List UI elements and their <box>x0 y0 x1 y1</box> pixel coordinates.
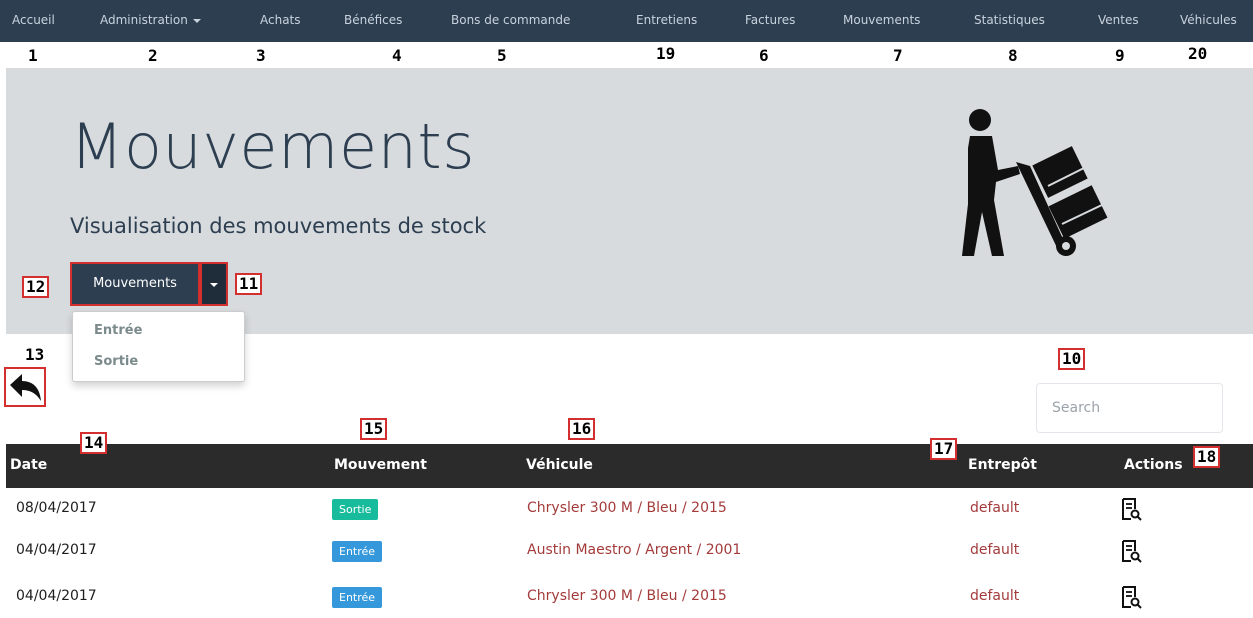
badge-movement-entree: Entrée <box>332 541 383 562</box>
table-row: 04/04/2017 Entrée Chrysler 300 M / Bleu … <box>6 576 1253 618</box>
annotation-label: 12 <box>22 276 50 298</box>
annotation-label: 13 <box>25 345 45 364</box>
warehouse-link[interactable]: default <box>970 542 1019 558</box>
mouvements-filter-button[interactable]: Mouvements <box>70 262 200 306</box>
nav-mouvements[interactable]: Mouvements <box>843 0 920 42</box>
annotation-label: 17 <box>930 438 958 460</box>
annotation-label: 7 <box>893 46 903 65</box>
warehouse-link[interactable]: default <box>970 588 1019 604</box>
back-button[interactable] <box>4 367 46 407</box>
column-header-date[interactable]: Date <box>10 457 47 473</box>
reply-arrow-icon <box>10 374 41 401</box>
search-input[interactable] <box>1036 383 1223 433</box>
nav-bons-de-commande[interactable]: Bons de commande <box>451 0 570 42</box>
nav-benefices[interactable]: Bénéfices <box>344 0 402 42</box>
nav-accueil[interactable]: Accueil <box>12 0 55 42</box>
vehicle-link[interactable]: Chrysler 300 M / Bleu / 2015 <box>527 500 727 516</box>
nav-vehicules[interactable]: Véhicules <box>1180 0 1237 42</box>
badge-movement-entree: Entrée <box>332 587 383 608</box>
dropdown-option-sortie[interactable]: Sortie <box>94 354 138 369</box>
annotation-label: 15 <box>360 418 388 440</box>
vehicle-link[interactable]: Austin Maestro / Argent / 2001 <box>527 542 741 558</box>
nav-entretiens[interactable]: Entretiens <box>636 0 697 42</box>
warehouse-link[interactable]: default <box>970 500 1019 516</box>
nav-factures[interactable]: Factures <box>745 0 795 42</box>
table-header: Date Mouvement Véhicule Entrepôt Actions <box>6 444 1253 488</box>
annotation-label: 2 <box>148 46 158 65</box>
annotation-label: 20 <box>1188 44 1208 63</box>
top-navbar: Accueil Administration Achats Bénéfices … <box>0 0 1253 42</box>
column-header-entrepot[interactable]: Entrepôt <box>968 457 1037 473</box>
annotation-label: 3 <box>256 46 266 65</box>
annotation-label: 9 <box>1115 46 1125 65</box>
annotation-label: 6 <box>759 46 769 65</box>
annotation-strip: 1 2 3 4 5 19 6 7 8 9 20 <box>0 42 1253 68</box>
nav-ventes[interactable]: Ventes <box>1098 0 1139 42</box>
column-header-vehicule[interactable]: Véhicule <box>526 457 593 473</box>
cell-date: 04/04/2017 <box>16 542 97 558</box>
annotation-label: 1 <box>28 46 38 65</box>
cell-date: 08/04/2017 <box>16 500 97 516</box>
annotation-label: 10 <box>1058 348 1086 370</box>
chevron-down-icon <box>192 18 201 23</box>
view-details-icon[interactable] <box>1120 497 1142 521</box>
annotation-label: 18 <box>1193 446 1221 468</box>
table-row: 08/04/2017 Sortie Chrysler 300 M / Bleu … <box>6 488 1253 530</box>
view-details-icon[interactable] <box>1120 539 1142 563</box>
table-row: 04/04/2017 Entrée Austin Maestro / Argen… <box>6 530 1253 572</box>
cell-date: 04/04/2017 <box>16 588 97 604</box>
view-details-icon[interactable] <box>1120 585 1142 609</box>
vehicle-link[interactable]: Chrysler 300 M / Bleu / 2015 <box>527 588 727 604</box>
nav-statistiques[interactable]: Statistiques <box>974 0 1045 42</box>
annotation-label: 5 <box>497 46 507 65</box>
page-title: Mouvements <box>70 110 476 183</box>
badge-movement-sortie: Sortie <box>332 499 379 520</box>
annotation-label: 11 <box>235 273 263 295</box>
annotation-label: 4 <box>392 46 402 65</box>
annotation-label: 16 <box>568 418 596 440</box>
annotation-label: 19 <box>656 44 676 63</box>
page-subtitle: Visualisation des mouvements de stock <box>70 214 487 238</box>
hand-truck-mover-icon <box>962 109 1108 256</box>
nav-administration[interactable]: Administration <box>100 0 201 42</box>
nav-achats[interactable]: Achats <box>260 0 301 42</box>
nav-administration-label: Administration <box>100 13 188 27</box>
dropdown-option-entree[interactable]: Entrée <box>94 323 142 338</box>
column-header-actions: Actions <box>1124 457 1183 473</box>
filter-dropdown-menu: Entrée Sortie <box>72 311 245 382</box>
column-header-mouvement[interactable]: Mouvement <box>334 457 427 473</box>
filter-dropdown-toggle[interactable] <box>200 262 228 306</box>
chevron-down-icon <box>210 283 218 287</box>
annotation-label: 14 <box>80 432 108 454</box>
page-header: Mouvements Visualisation des mouvements … <box>6 68 1253 334</box>
annotation-label: 8 <box>1008 46 1018 65</box>
